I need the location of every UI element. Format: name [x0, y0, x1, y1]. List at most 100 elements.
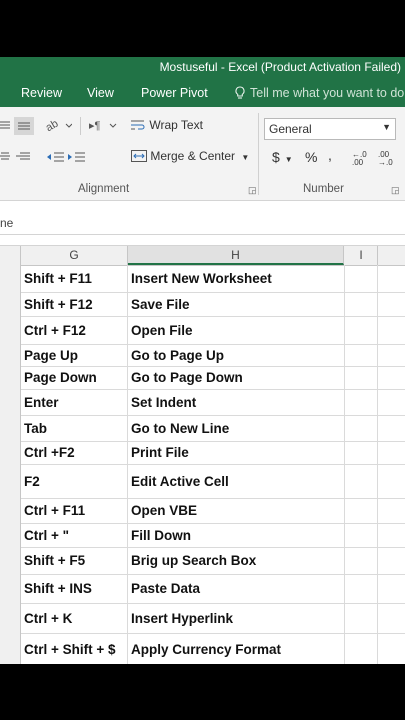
cell-action[interactable]: Fill Down [128, 523, 345, 547]
cell-action[interactable]: Open VBE [128, 498, 345, 523]
cell-shortcut[interactable]: Ctrl + " [21, 523, 128, 547]
cell-shortcut[interactable]: Ctrl + K [21, 603, 128, 633]
row-header[interactable] [0, 344, 21, 366]
align-right-icon[interactable] [16, 151, 30, 166]
number-format-value: General [269, 122, 312, 136]
align-top-icon[interactable] [0, 120, 10, 135]
row-header[interactable] [0, 389, 21, 415]
ribbon-divider [80, 117, 81, 135]
column-header-g[interactable]: G [21, 246, 128, 265]
table-row: Shift + F5 Brig up Search Box [0, 547, 405, 575]
cell-empty[interactable] [345, 265, 378, 292]
cell-action[interactable]: Open File [128, 316, 345, 344]
decrease-decimal-button[interactable]: .00 →.0 [378, 151, 396, 167]
row-header[interactable] [0, 498, 21, 523]
orientation-icon[interactable]: ab [44, 118, 73, 135]
align-center-icon[interactable] [0, 151, 10, 166]
cell-shortcut[interactable]: Shift + F5 [21, 547, 128, 574]
row-header[interactable] [0, 292, 21, 316]
name-box[interactable]: ne [0, 216, 13, 230]
column-header-i[interactable]: I [345, 246, 378, 265]
row-header[interactable] [0, 265, 21, 292]
cell-empty[interactable] [345, 415, 378, 441]
cell-shortcut[interactable]: Ctrl + F11 [21, 498, 128, 523]
cell-shortcut[interactable]: Shift + F12 [21, 292, 128, 316]
row-header[interactable] [0, 366, 21, 389]
merge-center-button[interactable]: Merge & Center ▼ [131, 149, 249, 163]
number-format-select[interactable]: General ▼ [264, 118, 396, 140]
table-row: Ctrl +F2 Print File [0, 441, 405, 465]
cell-shortcut[interactable]: Page Down [21, 366, 128, 389]
lightbulb-icon [234, 86, 246, 101]
cell-empty[interactable] [345, 441, 378, 464]
cell-shortcut[interactable]: Ctrl +F2 [21, 441, 128, 464]
worksheet-grid: Shift + F11 Insert New Worksheet Shift + F… [0, 265, 405, 664]
cell-empty[interactable] [345, 633, 378, 664]
increase-decimal-button[interactable]: ←.0 .00 [352, 151, 370, 167]
tab-view[interactable]: View [87, 86, 114, 100]
percent-button[interactable]: % [305, 149, 317, 165]
cell-action[interactable]: Go to Page Up [128, 344, 345, 366]
comma-style-button[interactable]: , [328, 147, 332, 163]
cell-empty[interactable] [345, 547, 378, 574]
chevron-down-icon: ▼ [241, 153, 250, 162]
decrease-indent-icon[interactable] [46, 151, 64, 166]
cell-shortcut[interactable]: Shift + INS [21, 574, 128, 603]
table-row: Page Up Go to Page Up [0, 344, 405, 367]
select-all-corner[interactable] [0, 246, 21, 265]
cell-shortcut[interactable]: Tab [21, 415, 128, 441]
cell-shortcut[interactable]: Shift + F11 [21, 265, 128, 292]
dialog-launcher-icon[interactable]: ◲ [248, 185, 257, 196]
formula-bar: ne [0, 201, 405, 235]
cell-action[interactable]: Set Indent [128, 389, 345, 415]
cell-empty[interactable] [345, 464, 378, 498]
cell-shortcut[interactable]: Enter [21, 389, 128, 415]
dialog-launcher-icon[interactable]: ◲ [391, 185, 400, 196]
cell-action[interactable]: Go to New Line [128, 415, 345, 441]
increase-indent-icon[interactable] [67, 151, 85, 166]
cell-empty[interactable] [345, 292, 378, 316]
row-header[interactable] [0, 574, 21, 603]
cell-empty[interactable] [345, 603, 378, 633]
tell-me-search[interactable]: Tell me what you want to do... [250, 86, 405, 100]
cell-empty[interactable] [345, 344, 378, 366]
cell-action[interactable]: Apply Currency Format [128, 633, 345, 664]
wrap-text-button[interactable]: Wrap Text [130, 118, 203, 132]
cell-empty[interactable] [345, 389, 378, 415]
column-header-h[interactable]: H [128, 246, 344, 265]
table-row: Page Down Go to Page Down [0, 366, 405, 390]
cell-empty[interactable] [345, 366, 378, 389]
row-header[interactable] [0, 464, 21, 498]
cell-empty[interactable] [345, 498, 378, 523]
chevron-down-icon: ▼ [284, 155, 293, 164]
currency-button[interactable]: $ ▼ [272, 149, 293, 165]
cell-action[interactable]: Go to Page Down [128, 366, 345, 389]
align-middle-icon[interactable] [14, 117, 34, 135]
cell-empty[interactable] [345, 316, 378, 344]
row-header[interactable] [0, 603, 21, 633]
tab-power-pivot[interactable]: Power Pivot [141, 86, 208, 100]
row-header[interactable] [0, 441, 21, 464]
row-header[interactable] [0, 316, 21, 344]
cell-shortcut[interactable]: F2 [21, 464, 128, 498]
cell-shortcut[interactable]: Ctrl + F12 [21, 316, 128, 344]
svg-text:ab: ab [46, 118, 60, 132]
cell-action[interactable]: Paste Data [128, 574, 345, 603]
cell-empty[interactable] [345, 574, 378, 603]
cell-action[interactable]: Brig up Search Box [128, 547, 345, 574]
merge-center-label: Merge & Center [150, 149, 236, 163]
cell-action[interactable]: Edit Active Cell [128, 464, 345, 498]
tab-review[interactable]: Review [21, 86, 62, 100]
row-header[interactable] [0, 523, 21, 547]
cell-shortcut[interactable]: Page Up [21, 344, 128, 366]
cell-empty[interactable] [345, 523, 378, 547]
cell-action[interactable]: Save File [128, 292, 345, 316]
row-header[interactable] [0, 415, 21, 441]
cell-shortcut[interactable]: Ctrl + Shift + $ [21, 633, 128, 664]
cell-action[interactable]: Insert New Worksheet [128, 265, 345, 292]
cell-action[interactable]: Print File [128, 441, 345, 464]
row-header[interactable] [0, 633, 21, 664]
row-header[interactable] [0, 547, 21, 574]
text-direction-icon[interactable]: ▸¶ [89, 118, 117, 135]
cell-action[interactable]: Insert Hyperlink [128, 603, 345, 633]
